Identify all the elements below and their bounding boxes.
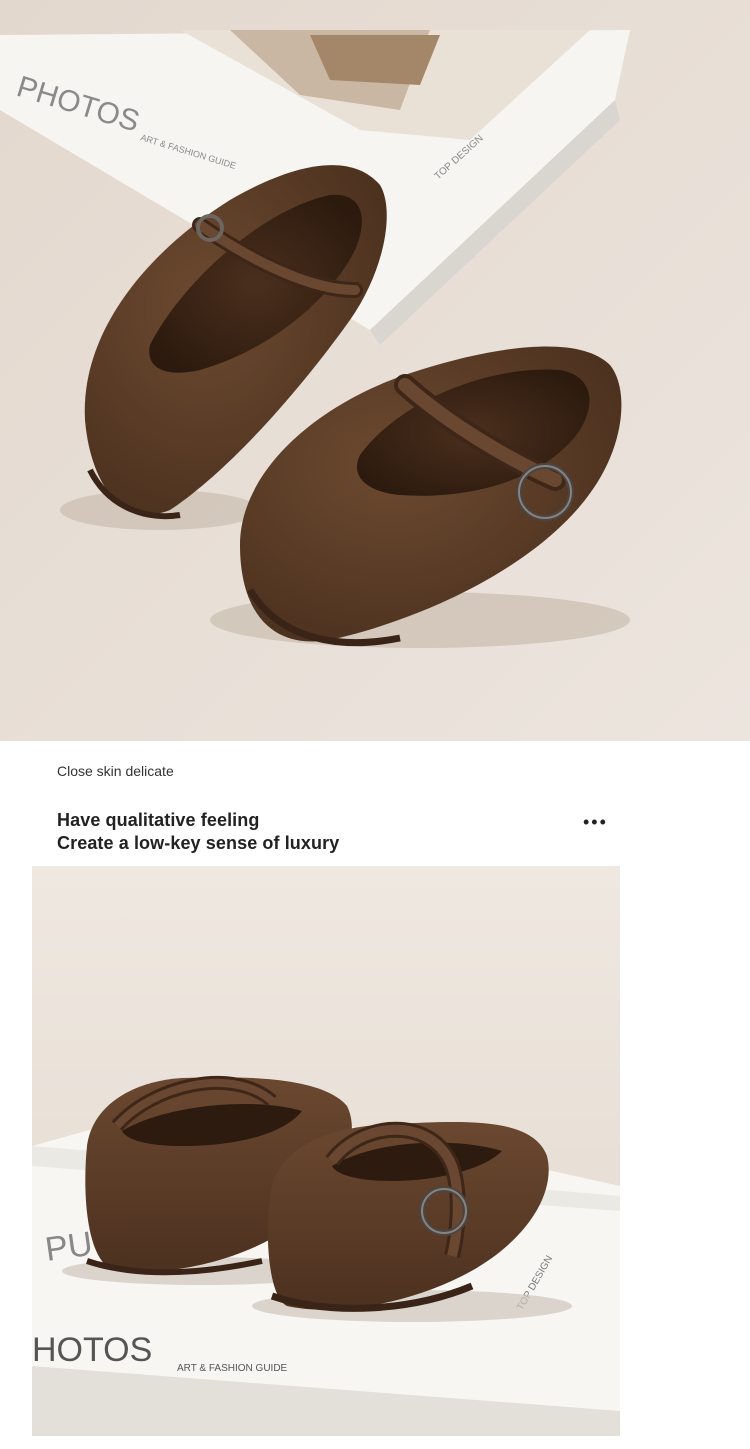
product-photo-top: PHOTOS ART & FASHION GUIDE TOP DESIGN	[0, 0, 750, 741]
book-subtitle: ART & FASHION GUIDE	[177, 1363, 288, 1374]
headline-line-1: Have qualitative feeling	[57, 810, 260, 830]
shoes-back-view-illustration: HOTOS ART & FASHION GUIDE TOP DESIGN PU	[32, 866, 620, 1436]
caption-label: Close skin delicate	[57, 763, 174, 779]
product-photo-bottom: HOTOS ART & FASHION GUIDE TOP DESIGN PU	[32, 866, 620, 1436]
more-icon: •••	[583, 812, 608, 832]
headline-line-2: Create a low-key sense of luxury	[57, 833, 340, 853]
shoes-on-book-illustration: PHOTOS ART & FASHION GUIDE TOP DESIGN	[0, 0, 750, 741]
book-title: HOTOS	[32, 1331, 152, 1369]
